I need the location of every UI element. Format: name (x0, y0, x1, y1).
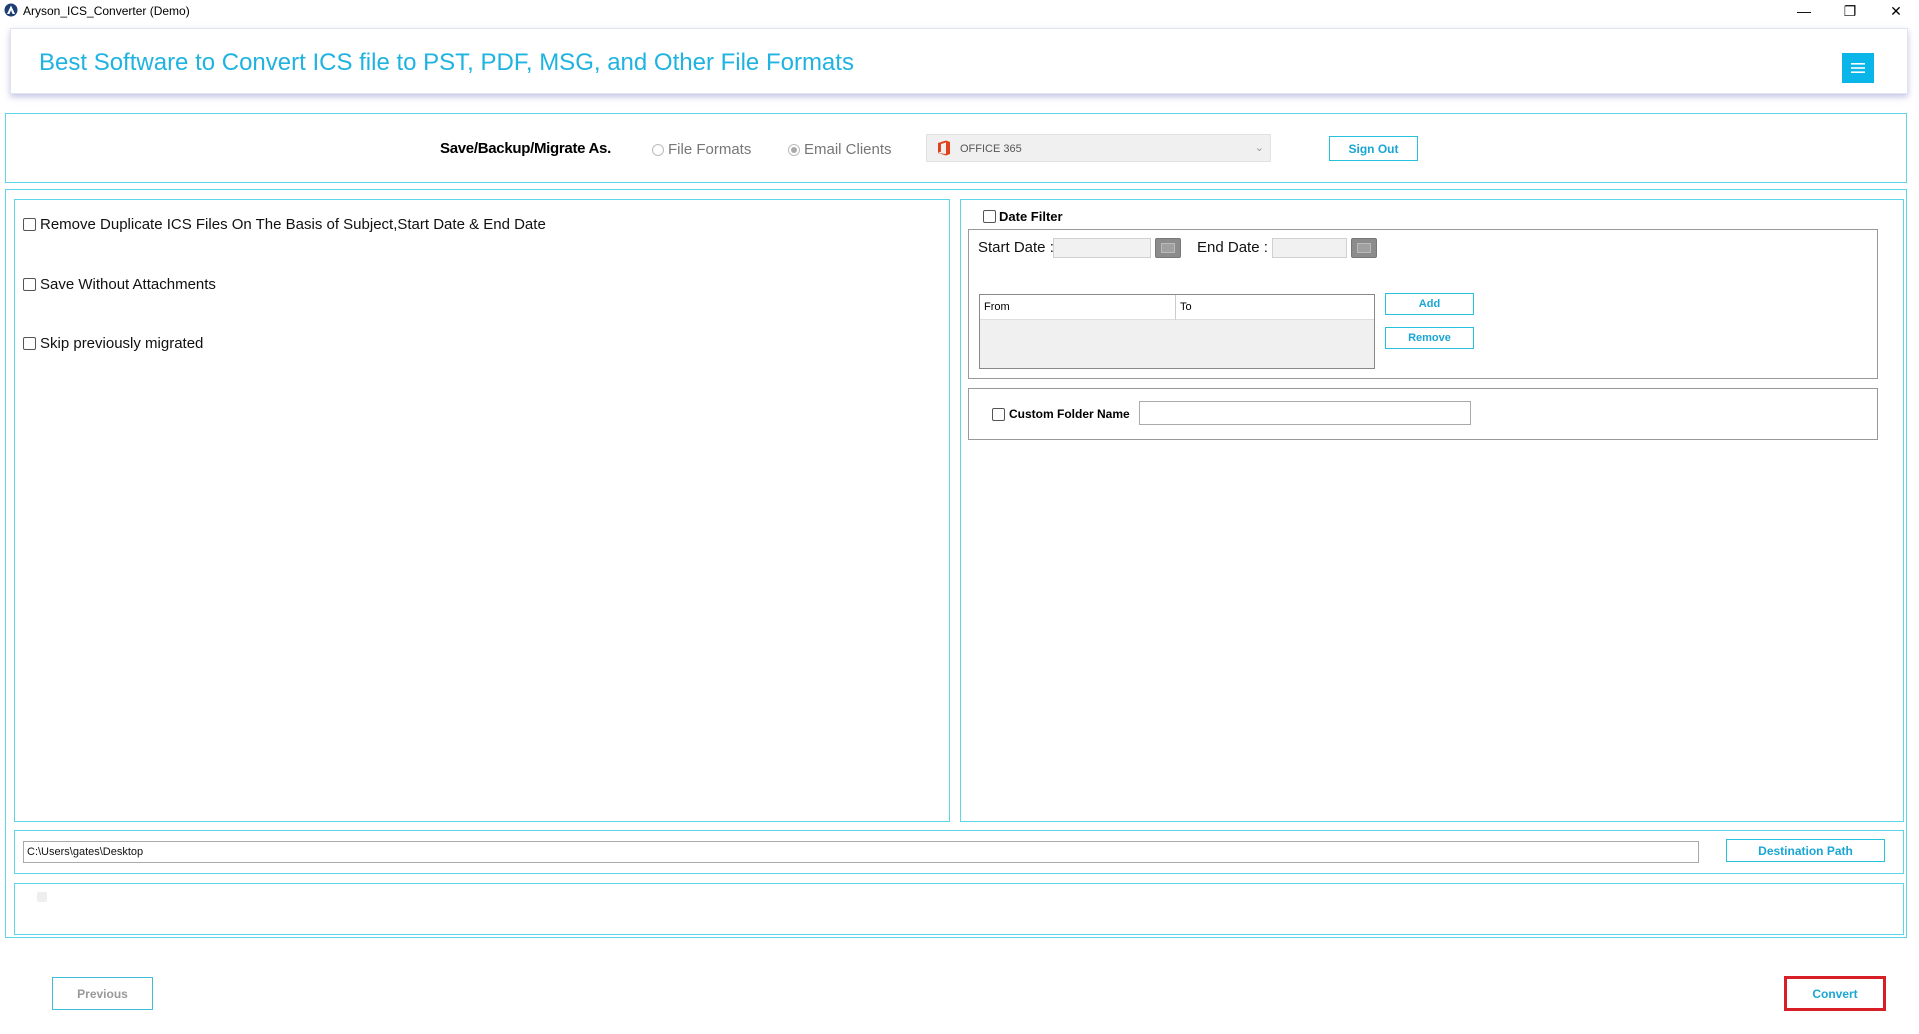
date-filter-box: Start Date : End Date : From To Add Remo… (968, 229, 1878, 379)
radio-button[interactable] (788, 143, 800, 156)
custom-folder-box: Custom Folder Name (968, 388, 1878, 440)
add-button[interactable]: Add (1385, 293, 1474, 315)
convert-label: Convert (1812, 986, 1858, 1001)
checkbox[interactable] (23, 218, 36, 231)
calendar-icon (1357, 243, 1371, 253)
start-date-label: Start Date : (978, 239, 1054, 256)
header-title: Best Software to Convert ICS file to PST… (39, 49, 854, 76)
date-filter-checkbox[interactable] (983, 210, 996, 223)
radio-button[interactable] (652, 143, 664, 156)
start-date-calendar-button[interactable] (1155, 238, 1181, 258)
minimize-button[interactable]: — (1781, 0, 1827, 22)
radio-email-clients[interactable]: Email Clients (788, 141, 892, 158)
remove-button[interactable]: Remove (1385, 327, 1474, 349)
save-as-panel: Save/Backup/Migrate As. File Formats Ema… (5, 113, 1907, 183)
sign-out-button[interactable]: Sign Out (1329, 136, 1418, 161)
option-label: Remove Duplicate ICS Files On The Basis … (40, 216, 546, 233)
date-range-table: From To (979, 294, 1375, 369)
end-date-input[interactable] (1272, 238, 1347, 258)
destination-path-button[interactable]: Destination Path (1726, 839, 1885, 862)
title-bar: Aryson_ICS_Converter (Demo) — ❐ ✕ (0, 0, 1919, 22)
option-remove-duplicates[interactable]: Remove Duplicate ICS Files On The Basis … (23, 216, 546, 233)
end-date-label: End Date : (1197, 239, 1268, 256)
end-date-calendar-button[interactable] (1351, 238, 1377, 258)
status-indicator (37, 892, 47, 902)
option-save-without-attachments[interactable]: Save Without Attachments (23, 276, 216, 293)
checkbox[interactable] (23, 337, 36, 350)
radio-label: Email Clients (804, 141, 892, 158)
close-button[interactable]: ✕ (1873, 0, 1919, 22)
column-header-from: From (984, 301, 1010, 313)
menu-button[interactable] (1842, 53, 1874, 83)
destination-path-input[interactable]: C:\Users\gates\Desktop (23, 841, 1699, 863)
filter-panel: Date Filter Start Date : End Date : From… (960, 199, 1904, 822)
app-logo-icon (4, 3, 18, 17)
save-as-label: Save/Backup/Migrate As. (440, 140, 611, 157)
option-label: Skip previously migrated (40, 335, 204, 352)
restore-icon: ❐ (1843, 2, 1857, 19)
option-label: Save Without Attachments (40, 276, 216, 293)
convert-button[interactable]: Convert (1784, 976, 1886, 1011)
main-panel: Remove Duplicate ICS Files On The Basis … (5, 189, 1907, 938)
custom-folder-input[interactable] (1139, 401, 1471, 425)
close-icon: ✕ (1890, 2, 1902, 19)
destination-bar: C:\Users\gates\Desktop Destination Path (14, 830, 1904, 874)
window-title: Aryson_ICS_Converter (Demo) (23, 4, 190, 18)
radio-file-formats[interactable]: File Formats (652, 141, 751, 158)
options-panel: Remove Duplicate ICS Files On The Basis … (14, 199, 950, 822)
hamburger-icon (1851, 63, 1865, 73)
table-header: From To (980, 295, 1374, 320)
status-panel (14, 883, 1904, 935)
column-divider (1175, 295, 1176, 320)
restore-button[interactable]: ❐ (1827, 0, 1873, 22)
email-client-select[interactable]: OFFICE 365 ⌄ (926, 134, 1271, 162)
checkbox[interactable] (23, 278, 36, 291)
chevron-down-icon: ⌄ (1254, 142, 1264, 154)
radio-label: File Formats (668, 141, 752, 158)
email-client-value: OFFICE 365 (960, 143, 1022, 155)
start-date-input[interactable] (1053, 238, 1151, 258)
calendar-icon (1161, 243, 1175, 253)
previous-button[interactable]: Previous (52, 977, 153, 1010)
custom-folder-label: Custom Folder Name (1009, 407, 1130, 421)
column-header-to: To (1180, 301, 1192, 313)
custom-folder-checkbox[interactable] (992, 408, 1005, 421)
header-banner: Best Software to Convert ICS file to PST… (10, 28, 1908, 94)
minimize-icon: — (1797, 3, 1811, 19)
office-icon (938, 140, 950, 156)
option-skip-migrated[interactable]: Skip previously migrated (23, 335, 203, 352)
date-filter-label: Date Filter (999, 209, 1063, 224)
